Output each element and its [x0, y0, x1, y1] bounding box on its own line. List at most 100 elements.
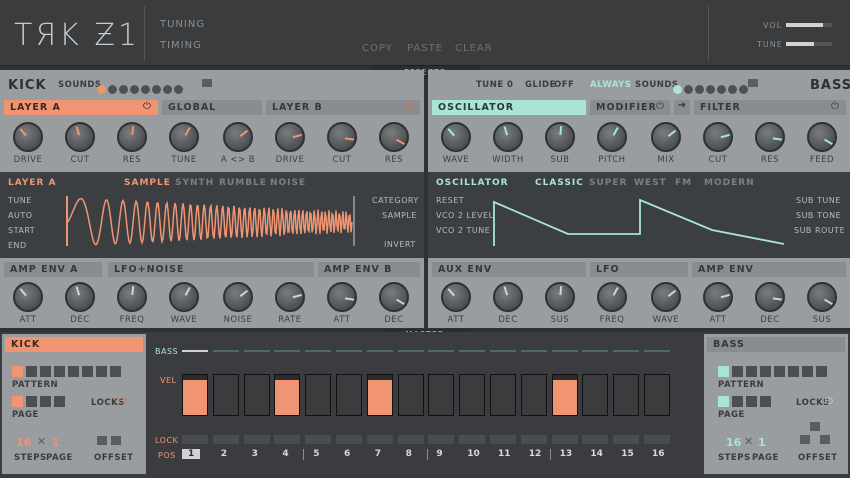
kick-section-layer-b[interactable]: LAYER B — [266, 100, 420, 115]
vol-slider[interactable] — [786, 23, 832, 27]
tune-slider[interactable] — [786, 42, 832, 46]
menu-timing[interactable]: TIMING — [160, 40, 202, 51]
rate-knob[interactable] — [275, 282, 305, 312]
param-invert[interactable]: INVERT — [384, 240, 416, 249]
lock-cell[interactable] — [182, 435, 208, 444]
drive-knob[interactable] — [275, 122, 305, 152]
wave-knob[interactable] — [651, 282, 681, 312]
env-amp-env-a[interactable]: AMP ENV A — [4, 262, 102, 277]
pattern-pad[interactable] — [26, 396, 37, 407]
param-sub-tone[interactable]: SUB TONE — [796, 211, 841, 220]
folder-icon[interactable] — [202, 79, 212, 87]
param-sub-tune[interactable]: SUB TUNE — [796, 196, 841, 205]
res-knob[interactable] — [117, 122, 147, 152]
pos-label-14[interactable]: 14 — [590, 449, 603, 459]
pattern-pad[interactable] — [40, 396, 51, 407]
kick-page-value[interactable]: 1 — [52, 436, 60, 449]
lock-cell[interactable] — [490, 435, 516, 444]
step-button[interactable] — [336, 374, 362, 416]
cut-knob[interactable] — [703, 122, 733, 152]
bass-glide-value[interactable]: OFF — [554, 80, 574, 90]
pattern-pad[interactable] — [96, 366, 107, 377]
step-button[interactable] — [613, 374, 640, 416]
pattern-pad[interactable] — [26, 366, 37, 377]
menu-tuning[interactable]: TUNING — [160, 19, 205, 30]
pos-label-9[interactable]: 9 — [436, 449, 442, 459]
pattern-pad[interactable] — [40, 366, 51, 377]
pattern-pad[interactable] — [12, 396, 23, 407]
pattern-pad[interactable] — [82, 366, 93, 377]
tab-super[interactable]: SUPER — [589, 178, 627, 188]
tab-classic[interactable]: CLASSIC — [535, 178, 584, 188]
pos-label-2[interactable]: 2 — [221, 449, 227, 459]
att-knob[interactable] — [13, 282, 43, 312]
kick-section-global[interactable]: GLOBAL — [162, 100, 262, 115]
offset-right-button[interactable] — [111, 436, 121, 445]
tab-rumble[interactable]: RUMBLE — [219, 178, 267, 188]
lock-cell[interactable] — [459, 435, 486, 444]
bass-seq-title[interactable]: BASS — [707, 337, 845, 352]
power-icon[interactable]: ⏻ — [831, 101, 839, 112]
pattern-pad[interactable] — [718, 366, 729, 377]
kick-sounds-dots[interactable] — [97, 79, 185, 98]
lock-cell[interactable] — [274, 435, 301, 444]
power-icon[interactable]: ⏻ — [143, 101, 151, 112]
step-button[interactable] — [428, 374, 455, 416]
lock-cell[interactable] — [336, 435, 362, 444]
dec-knob[interactable] — [755, 282, 785, 312]
tab-sample[interactable]: SAMPLE — [124, 178, 171, 188]
tab-synth[interactable]: SYNTH — [175, 178, 214, 188]
param-auto[interactable]: AUTO — [8, 211, 33, 220]
mix-knob[interactable] — [651, 122, 681, 152]
offset-left-button[interactable] — [97, 436, 107, 445]
env-aux-env[interactable]: AUX ENV — [432, 262, 586, 277]
tab-fm[interactable]: FM — [675, 178, 692, 188]
pos-label-13[interactable]: 13 — [560, 449, 573, 459]
pos-label-8[interactable]: 8 — [406, 449, 412, 459]
freq-knob[interactable] — [597, 282, 627, 312]
pos-label-5[interactable]: 5 — [313, 449, 319, 459]
pattern-pad[interactable] — [774, 366, 785, 377]
step-button[interactable] — [459, 374, 486, 416]
env-lfo[interactable]: LFO — [590, 262, 688, 277]
param-category[interactable]: CATEGORY — [372, 196, 419, 205]
param-start[interactable]: START — [8, 226, 35, 235]
pos-label-3[interactable]: 3 — [252, 449, 258, 459]
step-button[interactable] — [243, 374, 270, 416]
res-knob[interactable] — [755, 122, 785, 152]
step-button[interactable] — [305, 374, 332, 416]
pattern-pad[interactable] — [746, 396, 757, 407]
pos-label-10[interactable]: 10 — [467, 449, 480, 459]
power-icon[interactable]: ⏻ — [405, 101, 413, 112]
lock-cell[interactable] — [520, 435, 547, 444]
bass-tune-value[interactable]: 0 — [507, 80, 513, 90]
cut-knob[interactable] — [327, 122, 357, 152]
clear-button[interactable]: CLEAR — [455, 43, 493, 54]
sus-knob[interactable] — [807, 282, 837, 312]
pos-label-15[interactable]: 15 — [621, 449, 634, 459]
dec-knob[interactable] — [65, 282, 95, 312]
lock-cell[interactable] — [582, 435, 609, 444]
step-button[interactable] — [551, 374, 578, 416]
param-reset[interactable]: RESET — [436, 196, 464, 205]
pattern-pad[interactable] — [760, 366, 771, 377]
step-button[interactable] — [182, 374, 208, 416]
tune-knob[interactable] — [169, 122, 199, 152]
kick-section-layer-a[interactable]: LAYER A — [4, 100, 158, 115]
att-knob[interactable] — [703, 282, 733, 312]
step-button[interactable] — [212, 374, 239, 416]
tab-modern[interactable]: MODERN — [704, 178, 755, 188]
tab-noise[interactable]: NOISE — [270, 178, 306, 188]
bass-section-filter[interactable]: FILTER — [694, 100, 846, 115]
pos-label-11[interactable]: 11 — [498, 449, 511, 459]
lock-cell[interactable] — [397, 435, 424, 444]
bass-section-oscillator[interactable]: OSCILLATOR — [432, 100, 586, 115]
step-button[interactable] — [366, 374, 393, 416]
pos-label-4[interactable]: 4 — [282, 449, 288, 459]
lock-cell[interactable] — [212, 435, 239, 444]
feed-knob[interactable] — [807, 122, 837, 152]
lock-cell[interactable] — [551, 435, 578, 444]
pos-label-12[interactable]: 12 — [529, 449, 542, 459]
offset-up-button[interactable] — [810, 422, 820, 431]
wave-knob[interactable] — [169, 282, 199, 312]
